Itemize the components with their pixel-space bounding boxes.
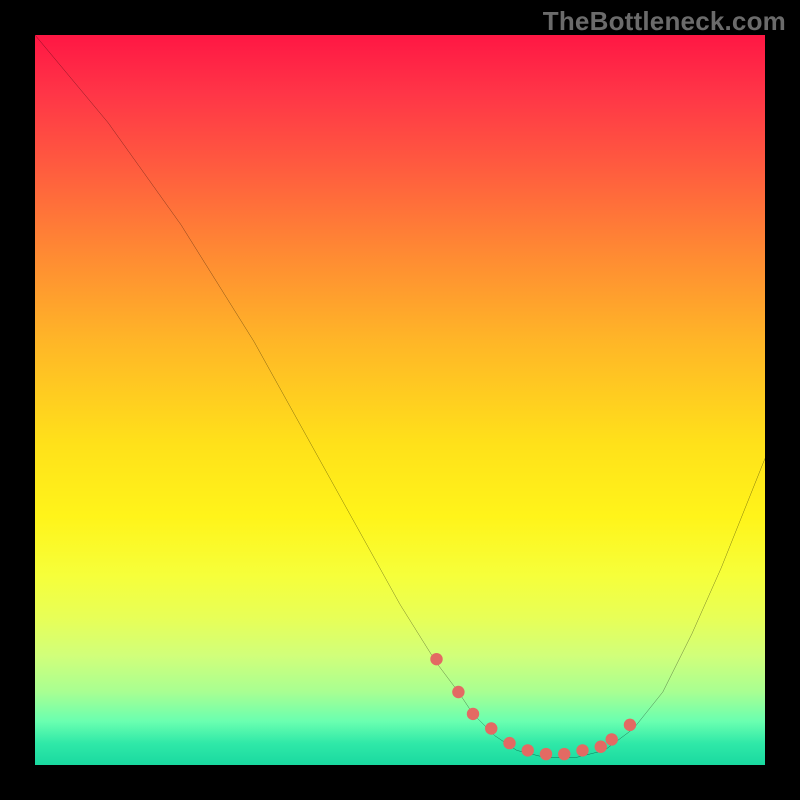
chart-frame: { "watermark": "TheBottleneck.com", "col… xyxy=(0,0,800,800)
gradient-plot-area xyxy=(35,35,765,765)
watermark-label: TheBottleneck.com xyxy=(543,6,786,37)
